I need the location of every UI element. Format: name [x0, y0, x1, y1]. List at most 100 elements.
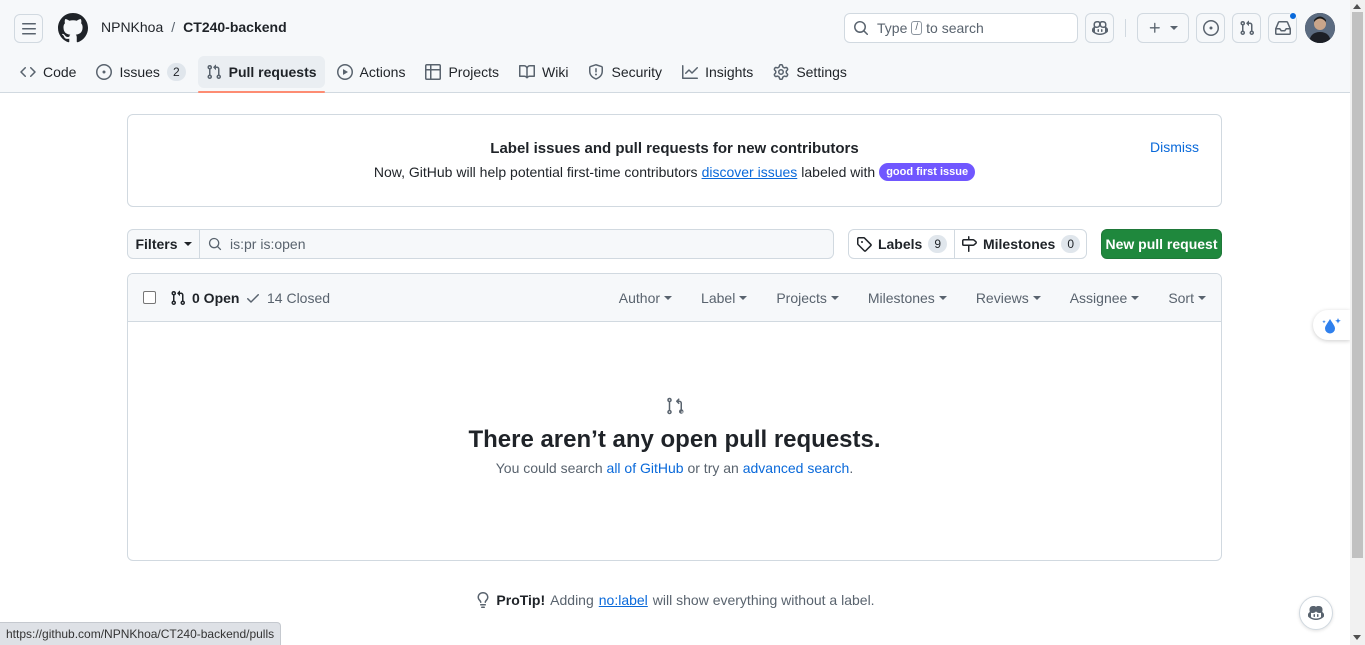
repo-link[interactable]: CT240-backend	[183, 19, 286, 35]
pull-request-list: 0 Open 14 Closed Author Label Projects M…	[127, 273, 1222, 561]
protip-label: ProTip!	[496, 592, 546, 608]
tab-projects[interactable]: Projects	[417, 56, 507, 88]
git-pull-request-icon	[207, 64, 221, 80]
avatar[interactable]	[1305, 13, 1335, 43]
open-count: 0 Open	[192, 290, 240, 306]
projects-menu[interactable]: Projects	[776, 290, 839, 306]
search-suffix: to search	[926, 20, 984, 36]
browser-status-bar: https://github.com/NPNKhoa/CT240-backend…	[0, 622, 282, 645]
copilot-chat-button[interactable]	[1299, 596, 1333, 630]
tab-wiki[interactable]: Wiki	[511, 56, 576, 88]
tag-icon	[856, 237, 872, 252]
table-icon	[425, 64, 442, 80]
milestones-menu[interactable]: Milestones	[868, 290, 947, 306]
git-pull-request-icon	[666, 397, 683, 415]
extension-floating-button[interactable]	[1313, 310, 1350, 340]
menu-label: Projects	[776, 290, 827, 306]
filter-search-input[interactable]: is:pr is:open	[199, 229, 834, 259]
assignee-menu[interactable]: Assignee	[1070, 290, 1140, 306]
page-scrollbar[interactable]	[1350, 0, 1365, 645]
chevron-down-icon	[1131, 296, 1140, 300]
tab-code[interactable]: Code	[12, 56, 84, 88]
issues-button[interactable]	[1196, 13, 1225, 43]
blankslate: There aren’t any open pull requests. You…	[128, 394, 1221, 476]
tab-security[interactable]: Security	[580, 56, 670, 88]
git-pull-request-icon	[1239, 20, 1254, 36]
chevron-down-icon	[183, 242, 192, 246]
menu-label: Sort	[1168, 290, 1194, 306]
tab-label: Wiki	[542, 64, 569, 80]
filters-label: Filters	[135, 236, 178, 252]
filters-button[interactable]: Filters	[127, 229, 200, 259]
new-pull-request-button[interactable]: New pull request	[1101, 229, 1222, 259]
milestone-icon	[961, 236, 977, 252]
plus-icon	[1149, 22, 1160, 33]
author-menu[interactable]: Author	[619, 290, 673, 306]
good-first-issue-label[interactable]: good first issue	[879, 163, 976, 181]
git-pull-request-icon	[171, 290, 186, 306]
milestones-label: Milestones	[982, 236, 1056, 252]
labels-counter: 9	[928, 235, 948, 253]
open-filter-link[interactable]: 0 Open	[170, 290, 239, 306]
check-icon	[247, 294, 259, 303]
scroll-down-arrow-icon[interactable]	[1353, 635, 1361, 640]
search-icon	[854, 21, 869, 36]
chevron-down-icon	[664, 296, 673, 300]
tab-settings[interactable]: Settings	[765, 56, 855, 88]
shield-icon	[589, 64, 604, 80]
tab-actions[interactable]: Actions	[329, 56, 414, 88]
discover-issues-link[interactable]: discover issues	[702, 164, 798, 180]
blankslate-title: There aren’t any open pull requests.	[468, 426, 881, 453]
search-icon	[208, 237, 222, 251]
scrollbar-thumb[interactable]	[1352, 12, 1363, 558]
tab-insights[interactable]: Insights	[674, 56, 761, 88]
tab-label: Actions	[359, 64, 406, 80]
labels-button[interactable]: Labels 9	[848, 229, 955, 259]
milestones-button[interactable]: Milestones 0	[954, 229, 1087, 259]
banner-text: Now, GitHub will help potential first-ti…	[128, 163, 1221, 181]
search-shortcut-key: /	[911, 21, 923, 35]
notification-dot	[1289, 12, 1297, 20]
menu-label: Milestones	[867, 290, 935, 306]
tab-pull-requests[interactable]: Pull requests	[197, 56, 325, 93]
top-bar: NPNKhoa / CT240-backend Type / to search	[0, 0, 1350, 56]
closed-filter-link[interactable]: 14 Closed	[245, 290, 330, 306]
labels-label: Labels	[877, 236, 923, 252]
banner-text-before: Now, GitHub will help potential first-ti…	[373, 164, 698, 180]
filter-query: is:pr is:open	[230, 236, 306, 252]
hamburger-menu-button[interactable]	[14, 14, 43, 43]
tab-issues[interactable]: Issues 2	[88, 56, 193, 88]
owner-link[interactable]: NPNKhoa	[101, 19, 163, 35]
search-prefix: Type	[877, 20, 908, 36]
scroll-up-arrow-icon[interactable]	[1353, 4, 1361, 9]
menu-label: Assignee	[1069, 290, 1128, 306]
blankslate-text: You could search	[495, 460, 603, 476]
protip: ProTip! Adding no:label will show everyt…	[0, 592, 1350, 608]
header-divider	[1125, 19, 1126, 37]
dismiss-button[interactable]: Dismiss	[1150, 139, 1199, 155]
advanced-search-link[interactable]: advanced search	[743, 460, 850, 476]
label-menu[interactable]: Label	[701, 290, 748, 306]
copilot-button[interactable]	[1085, 13, 1114, 43]
github-logo-icon[interactable]	[58, 13, 88, 43]
gear-icon	[773, 64, 789, 80]
copilot-icon	[1091, 20, 1108, 36]
light-bulb-icon	[477, 592, 489, 608]
create-new-button[interactable]	[1137, 13, 1189, 43]
banner-text-after: labeled with	[801, 164, 876, 180]
blankslate-description: You could search all of GitHub or try an…	[128, 460, 1221, 476]
menu-label: Label	[701, 290, 736, 306]
issue-opened-icon	[96, 64, 113, 80]
reviews-menu[interactable]: Reviews	[976, 290, 1041, 306]
graph-icon	[682, 65, 699, 79]
search-input[interactable]: Type / to search	[844, 13, 1078, 43]
tab-label: Security	[611, 64, 663, 80]
protip-text: will show everything without a label.	[652, 592, 875, 608]
water-drop-icon	[1321, 318, 1341, 334]
all-of-github-link[interactable]: all of GitHub	[607, 460, 684, 476]
sort-menu[interactable]: Sort	[1168, 290, 1206, 306]
banner-title: Label issues and pull requests for new c…	[490, 140, 859, 157]
no-label-link[interactable]: no:label	[599, 592, 648, 608]
pull-requests-button[interactable]	[1232, 13, 1261, 43]
select-all-checkbox[interactable]	[143, 291, 156, 304]
